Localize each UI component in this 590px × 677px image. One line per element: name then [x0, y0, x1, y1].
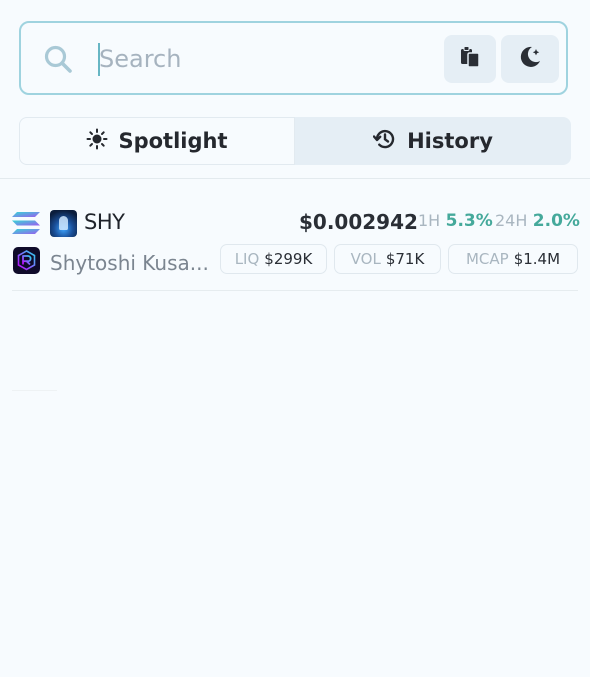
change-24h: 24H 2.0% [495, 211, 580, 231]
tab-bar: Spotlight History [19, 117, 571, 165]
token-logo [50, 210, 77, 237]
change-1h-value: 5.3% [445, 211, 493, 231]
skeleton-line [12, 390, 57, 391]
row-divider [12, 290, 578, 291]
market-cap-label: MCAP [465, 250, 509, 268]
liquidity-value: $299K [264, 250, 313, 268]
paste-button[interactable] [444, 35, 496, 83]
tab-history[interactable]: History [295, 117, 571, 165]
volume-badge: VOL $71K [334, 244, 441, 274]
raydium-icon [13, 247, 40, 274]
history-icon [372, 127, 397, 156]
change-1h: 1H 5.3% [418, 211, 493, 231]
theme-toggle-button[interactable] [501, 35, 559, 83]
search-icon [43, 44, 73, 74]
change-1h-label: 1H [418, 211, 441, 230]
change-24h-label: 24H [495, 211, 528, 230]
token-price: $0.002942 [299, 210, 418, 234]
token-name: Shytoshi Kusa... [50, 251, 209, 275]
market-cap-badge: MCAP $1.4M [448, 244, 578, 274]
text-cursor [98, 43, 100, 76]
change-24h-value: 2.0% [532, 211, 580, 231]
liquidity-badge: LIQ $299K [220, 244, 327, 274]
market-cap-value: $1.4M [513, 250, 561, 268]
tab-history-label: History [407, 129, 493, 153]
tab-spotlight[interactable]: Spotlight [19, 117, 295, 165]
section-divider [0, 178, 590, 179]
solana-icon [12, 212, 40, 234]
search-input[interactable] [97, 39, 437, 79]
volume-label: VOL [350, 250, 381, 268]
token-symbol: SHY [84, 210, 125, 234]
liquidity-label: LIQ [234, 250, 260, 268]
search-bar [19, 21, 568, 95]
volume-value: $71K [385, 250, 425, 268]
token-result-row[interactable]: SHY $0.002942 1H 5.3% 24H 2.0% Shytoshi … [0, 200, 590, 292]
sun-icon [86, 128, 108, 155]
clipboard-icon [460, 45, 480, 73]
tab-spotlight-label: Spotlight [118, 129, 228, 153]
moon-star-icon [517, 44, 543, 75]
